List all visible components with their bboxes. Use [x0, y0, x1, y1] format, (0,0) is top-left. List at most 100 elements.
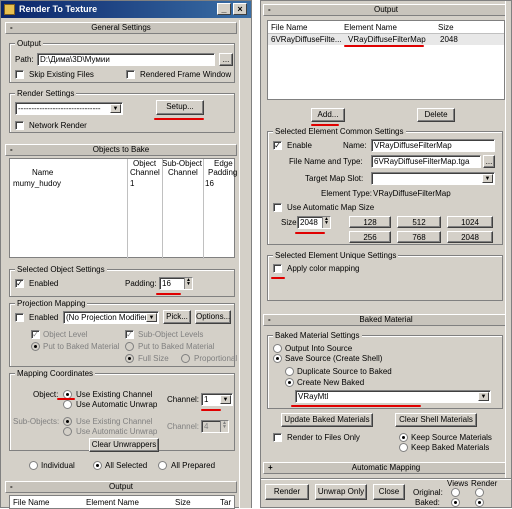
sub-channel-spinner[interactable]: 4 ▲ ▼	[201, 420, 229, 433]
save-source-radio[interactable]	[273, 354, 282, 363]
pick-button[interactable]: Pick...	[163, 310, 191, 324]
col-header-element-name: Element Name	[86, 498, 139, 507]
setup-button[interactable]: Setup...	[156, 100, 204, 115]
create-new-baked-radio[interactable]	[285, 378, 294, 387]
projection-enabled-checkbox[interactable]	[15, 313, 24, 322]
red-underline	[156, 293, 181, 295]
title-bar[interactable]: Render To Texture _ ×	[1, 1, 251, 18]
row-name: mumy_hudoy	[13, 179, 62, 188]
element-name-input[interactable]: VRayDiffuseFilterMap	[371, 139, 495, 152]
put-baked-radio[interactable]	[31, 342, 40, 351]
original-render-radio[interactable]	[475, 488, 484, 497]
all-selected-radio[interactable]	[93, 461, 102, 470]
object-level-checkbox[interactable]: ✓	[31, 330, 40, 339]
row-element-name: VRayDiffuseFilterMap	[348, 35, 426, 44]
use-auto-radio[interactable]	[63, 400, 72, 409]
size-preset-2048[interactable]: 2048	[447, 231, 493, 243]
minimize-button[interactable]: _	[217, 3, 231, 15]
rollout-general-settings[interactable]: - General Settings	[5, 22, 237, 34]
network-render-checkbox[interactable]	[15, 121, 24, 130]
padding-label: Padding:	[125, 279, 157, 288]
full-size-radio[interactable]	[125, 354, 134, 363]
render-button[interactable]: Render	[265, 484, 309, 500]
file-browse-button[interactable]: ...	[483, 155, 495, 168]
element-type-value: VRayDiffuseFilterMap	[373, 189, 451, 198]
options-button[interactable]: Options...	[195, 310, 231, 324]
proportional-label: Proportional	[194, 354, 238, 363]
spinner-arrows-icon: ▲ ▼	[184, 278, 192, 289]
object-label: Object:	[33, 390, 59, 399]
rollout-output-right[interactable]: - Output	[263, 4, 509, 16]
clear-unwrappers-button[interactable]: Clear Unwrappers	[89, 438, 159, 452]
red-underline	[271, 277, 285, 279]
proportional-radio[interactable]	[181, 354, 190, 363]
render-files-only-checkbox[interactable]	[273, 433, 282, 442]
close-button[interactable]: ×	[233, 3, 247, 15]
sub-auto-radio[interactable]	[63, 427, 72, 436]
rollout-automatic-mapping[interactable]: + Automatic Mapping	[263, 462, 509, 474]
red-underline	[57, 398, 75, 400]
rollout-baked-material[interactable]: - Baked Material	[263, 314, 509, 326]
scrollbar-right[interactable]	[505, 1, 511, 478]
rollout-output-left[interactable]: - Output	[5, 481, 237, 493]
original-views-radio[interactable]	[451, 488, 460, 497]
auto-map-size-label: Use Automatic Map Size	[287, 203, 375, 212]
table-row[interactable]: 6VRayDiffuseFilte... VRayDiffuseFilterMa…	[268, 34, 504, 45]
keep-baked-radio[interactable]	[399, 443, 408, 452]
preset-dropdown[interactable]: ------------------------------- ▼	[15, 102, 123, 115]
sub-auto-label: Use Automatic Unwrap	[76, 427, 158, 436]
path-label: Path:	[15, 55, 34, 64]
individual-radio[interactable]	[29, 461, 38, 470]
skip-existing-checkbox[interactable]	[15, 70, 24, 79]
sub-levels-checkbox[interactable]: ✓	[125, 330, 134, 339]
update-baked-button[interactable]: Update Baked Materials	[281, 413, 373, 427]
keep-source-radio[interactable]	[399, 433, 408, 442]
size-preset-768[interactable]: 768	[397, 231, 441, 243]
add-button[interactable]: Add...	[311, 108, 345, 122]
padding-spinner[interactable]: 16 ▲ ▼	[159, 277, 193, 290]
chevron-down-icon: ▼	[482, 174, 493, 183]
size-preset-256[interactable]: 256	[349, 231, 391, 243]
output-into-source-radio[interactable]	[273, 344, 282, 353]
baked-render-radio[interactable]	[475, 498, 484, 507]
size-preset-512[interactable]: 512	[397, 216, 441, 228]
size-preset-1024[interactable]: 1024	[447, 216, 493, 228]
scrollbar-left[interactable]	[239, 20, 251, 508]
baked-material-dropdown[interactable]: VRayMtl ▼	[295, 390, 491, 403]
path-input[interactable]: D:\Дима\3D\Мумии	[37, 53, 215, 66]
keep-baked-label: Keep Baked Materials	[411, 443, 490, 452]
rollout-objects-to-bake[interactable]: - Objects to Bake	[5, 144, 237, 156]
skip-existing-label: Skip Existing Files	[29, 70, 94, 79]
all-selected-label: All Selected	[105, 461, 148, 470]
path-browse-button[interactable]: ...	[219, 53, 233, 66]
put-baked-sub-radio[interactable]	[125, 342, 134, 351]
clear-shell-button[interactable]: Clear Shell Materials	[395, 413, 477, 427]
size-spinner[interactable]: 2048 ▲ ▼	[297, 216, 331, 229]
size-preset-128[interactable]: 128	[349, 216, 391, 228]
unwrap-only-button[interactable]: Unwrap Only	[315, 484, 367, 500]
duplicate-source-radio[interactable]	[285, 367, 294, 376]
rendered-frame-checkbox[interactable]	[126, 70, 135, 79]
apply-color-checkbox[interactable]	[273, 264, 282, 273]
selected-enabled-checkbox[interactable]: ✓	[15, 279, 24, 288]
output-into-source-label: Output Into Source	[285, 344, 353, 353]
table-row[interactable]: mumy_hudoy 1 16	[10, 179, 234, 189]
enable-checkbox[interactable]: ✓	[273, 141, 282, 150]
close-dialog-button[interactable]: Close	[373, 484, 405, 500]
auto-map-size-checkbox[interactable]	[273, 203, 282, 212]
col-header-name: Name	[32, 168, 54, 177]
name-label: Name:	[343, 141, 367, 150]
original-label: Original:	[413, 488, 443, 497]
target-map-dropdown[interactable]: ▼	[371, 172, 495, 185]
expand-icon: +	[268, 463, 273, 472]
channel-spinner[interactable]: 1 ▼	[201, 393, 233, 406]
baked-views-radio[interactable]	[451, 498, 460, 507]
file-name-input[interactable]: 6VRayDiffuseFilterMap.tga	[371, 155, 481, 168]
delete-button[interactable]: Delete	[417, 108, 455, 122]
all-prepared-radio[interactable]	[158, 461, 167, 470]
chevron-down-icon: ▼	[478, 392, 489, 401]
create-new-baked-label: Create New Baked	[297, 378, 365, 387]
projection-modifier-dropdown[interactable]: (No Projection Modifier) ▼	[63, 311, 159, 324]
sub-existing-radio[interactable]	[63, 417, 72, 426]
objects-table: Name Object Channel Sub-Object Channel E…	[9, 158, 237, 259]
